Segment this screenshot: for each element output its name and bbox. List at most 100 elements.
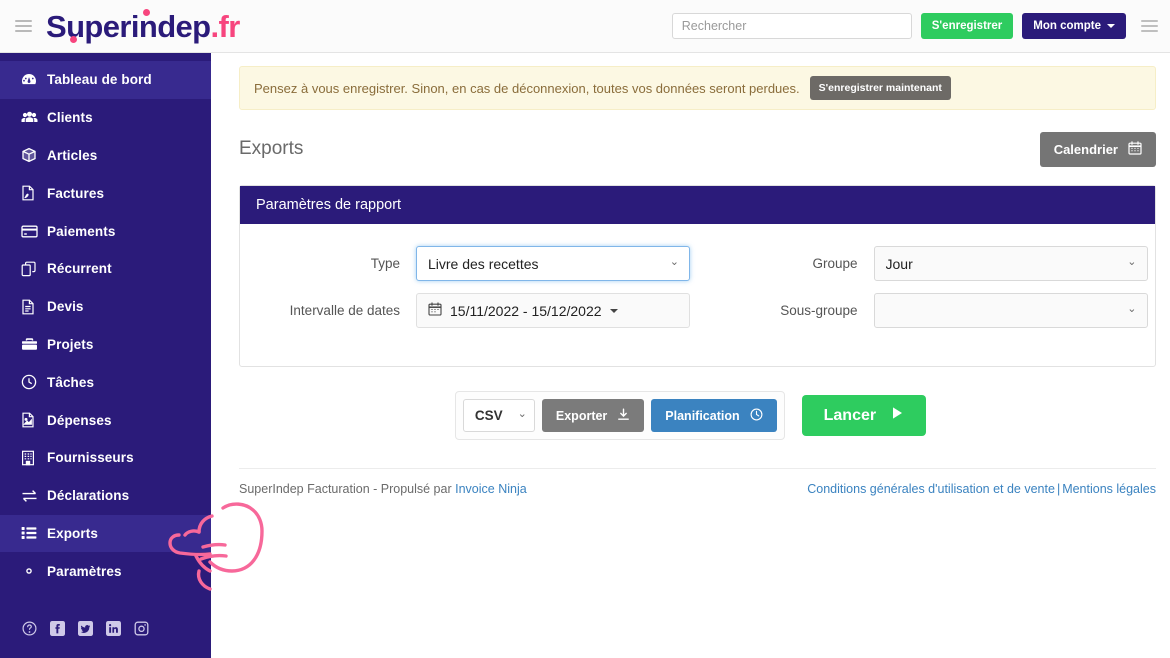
- export-button-group: CSV ⌄ Exporter Planification: [454, 391, 785, 440]
- sidebar-item-recurrent[interactable]: Récurrent: [0, 250, 211, 288]
- sidebar: Tableau de bord Clients Articles Facture…: [0, 53, 211, 658]
- panel-body: Type Livre des recettes ⌄ Groupe Jou: [240, 224, 1155, 366]
- register-button[interactable]: S'enregistrer: [920, 13, 1014, 39]
- credit-card-icon: [21, 225, 47, 238]
- sidebar-item-label: Dépenses: [47, 412, 112, 428]
- sidebar-item-factures[interactable]: Factures: [0, 174, 211, 212]
- sidebar-item-label: Articles: [47, 147, 98, 163]
- sidebar-item-parametres[interactable]: Paramètres: [0, 552, 211, 590]
- footer-text: SuperIndep Facturation - Propulsé par: [239, 482, 456, 496]
- type-label: Type: [370, 256, 400, 271]
- list-icon: [21, 526, 47, 540]
- footer-left: SuperIndep Facturation - Propulsé par In…: [239, 482, 527, 496]
- instagram-icon[interactable]: [134, 621, 149, 636]
- page-title: Exports: [239, 138, 304, 159]
- twitter-icon[interactable]: [78, 620, 93, 636]
- sidebar-item-label: Exports: [47, 525, 98, 541]
- group-label: Groupe: [812, 256, 858, 271]
- actions-bar: CSV ⌄ Exporter Planification: [211, 391, 1170, 440]
- calendar-icon: [428, 302, 442, 319]
- sidebar-item-label: Fournisseurs: [47, 450, 134, 466]
- search-input[interactable]: [671, 13, 912, 39]
- schedule-button[interactable]: Planification: [651, 399, 777, 432]
- chevron-down-icon: [1107, 24, 1115, 28]
- terms-link[interactable]: Conditions générales d'utilisation et de…: [807, 482, 1055, 496]
- field-subgroup: Sous-groupe ⌄: [698, 293, 1156, 328]
- form-row-type-group: Type Livre des recettes ⌄ Groupe Jou: [240, 246, 1155, 281]
- sidebar-item-label: Factures: [47, 185, 105, 201]
- recurring-icon: [21, 261, 47, 277]
- calendar-button-label: Calendrier: [1053, 141, 1118, 157]
- invoice-icon: [21, 185, 47, 201]
- download-icon: [617, 408, 630, 424]
- chevron-down-icon: [609, 308, 618, 313]
- account-menu-button[interactable]: Mon compte: [1022, 13, 1126, 39]
- gear-icon: [21, 563, 47, 579]
- page-header: Exports Calendrier: [239, 129, 1156, 169]
- facebook-icon[interactable]: [50, 620, 65, 636]
- top-bar: Superindep.fr S'enregistrer Mon compte: [0, 0, 1170, 53]
- sidebar-item-exports[interactable]: Exports: [0, 514, 211, 553]
- app-window: Superindep.fr S'enregistrer Mon compte T…: [0, 0, 1170, 658]
- play-icon: [890, 406, 904, 425]
- top-right-menu-button[interactable]: [1141, 20, 1158, 32]
- run-button[interactable]: Lancer: [801, 395, 927, 436]
- sidebar-item-articles[interactable]: Articles: [0, 137, 211, 175]
- sidebar-item-label: Projets: [47, 336, 94, 352]
- sidebar-item-label: Paramètres: [47, 563, 122, 579]
- group-select[interactable]: Jour: [873, 246, 1148, 281]
- help-icon[interactable]: [22, 620, 37, 636]
- alert-message: Pensez à vous enregistrer. Sinon, en cas…: [254, 80, 800, 96]
- sidebar-nav: Tableau de bord Clients Articles Facture…: [0, 53, 211, 612]
- building-icon: [21, 450, 47, 466]
- linkedin-icon[interactable]: [106, 620, 121, 636]
- main-content: Pensez à vous enregistrer. Sinon, en cas…: [211, 53, 1170, 658]
- report-parameters-panel: Paramètres de rapport Type Livre des rec…: [239, 185, 1156, 367]
- type-select[interactable]: Livre des recettes: [416, 246, 690, 281]
- sidebar-social-links: [0, 612, 211, 658]
- run-button-label: Lancer: [823, 406, 877, 424]
- group-select-wrap: Jour ⌄: [873, 246, 1148, 281]
- subgroup-select[interactable]: [873, 293, 1148, 328]
- date-range-input[interactable]: 15/11/2022 - 15/12/2022: [416, 293, 690, 328]
- invoice-ninja-link[interactable]: Invoice Ninja: [455, 482, 527, 496]
- date-range-label: Intervalle de dates: [289, 303, 400, 318]
- calendar-icon: [1128, 140, 1142, 158]
- date-range-value: 15/11/2022 - 15/12/2022: [450, 302, 602, 319]
- hamburger-icon: [14, 20, 32, 32]
- brand-logo[interactable]: Superindep.fr: [46, 8, 241, 44]
- legal-link[interactable]: Mentions légales: [1062, 482, 1156, 496]
- sidebar-toggle-button[interactable]: [0, 20, 46, 32]
- sidebar-item-devis[interactable]: Devis: [0, 288, 211, 326]
- calendar-button[interactable]: Calendrier: [1039, 131, 1156, 167]
- panel-title: Paramètres de rapport: [240, 186, 1155, 224]
- footer: SuperIndep Facturation - Propulsé par In…: [239, 468, 1156, 496]
- users-icon: [21, 111, 47, 125]
- type-select-wrap: Livre des recettes ⌄: [416, 246, 690, 281]
- sidebar-item-fournisseurs[interactable]: Fournisseurs: [0, 439, 211, 477]
- sidebar-item-projets[interactable]: Projets: [0, 326, 211, 364]
- export-button[interactable]: Exporter: [541, 399, 645, 432]
- clock-icon: [750, 408, 763, 424]
- registration-alert: Pensez à vous enregistrer. Sinon, en cas…: [239, 66, 1156, 110]
- brand-tld: .fr: [210, 8, 241, 44]
- sidebar-item-clients[interactable]: Clients: [0, 99, 211, 137]
- field-type: Type Livre des recettes ⌄: [240, 246, 698, 281]
- sidebar-item-tableau-de-bord[interactable]: Tableau de bord: [0, 61, 211, 99]
- top-bar-right: S'enregistrer Mon compte: [671, 13, 1170, 39]
- subgroup-select-wrap: ⌄: [873, 293, 1148, 328]
- sidebar-item-label: Tableau de bord: [47, 72, 152, 88]
- account-menu-label: Mon compte: [1033, 20, 1101, 32]
- sidebar-item-taches[interactable]: Tâches: [0, 363, 211, 401]
- brand-dot-upper-icon: [143, 8, 150, 16]
- sidebar-item-paiements[interactable]: Paiements: [0, 212, 211, 250]
- sidebar-item-depenses[interactable]: Dépenses: [0, 401, 211, 439]
- exchange-icon: [21, 489, 47, 503]
- register-now-button[interactable]: S'enregistrer maintenant: [809, 76, 951, 100]
- sidebar-item-label: Déclarations: [47, 488, 130, 504]
- format-select[interactable]: CSV: [462, 399, 535, 432]
- sidebar-item-declarations[interactable]: Déclarations: [0, 477, 211, 515]
- field-date-range: Intervalle de dates 15/11/2022 - 15/12/2…: [240, 293, 698, 328]
- export-button-label: Exporter: [555, 408, 608, 423]
- brand-dot-lower-icon: [70, 35, 77, 43]
